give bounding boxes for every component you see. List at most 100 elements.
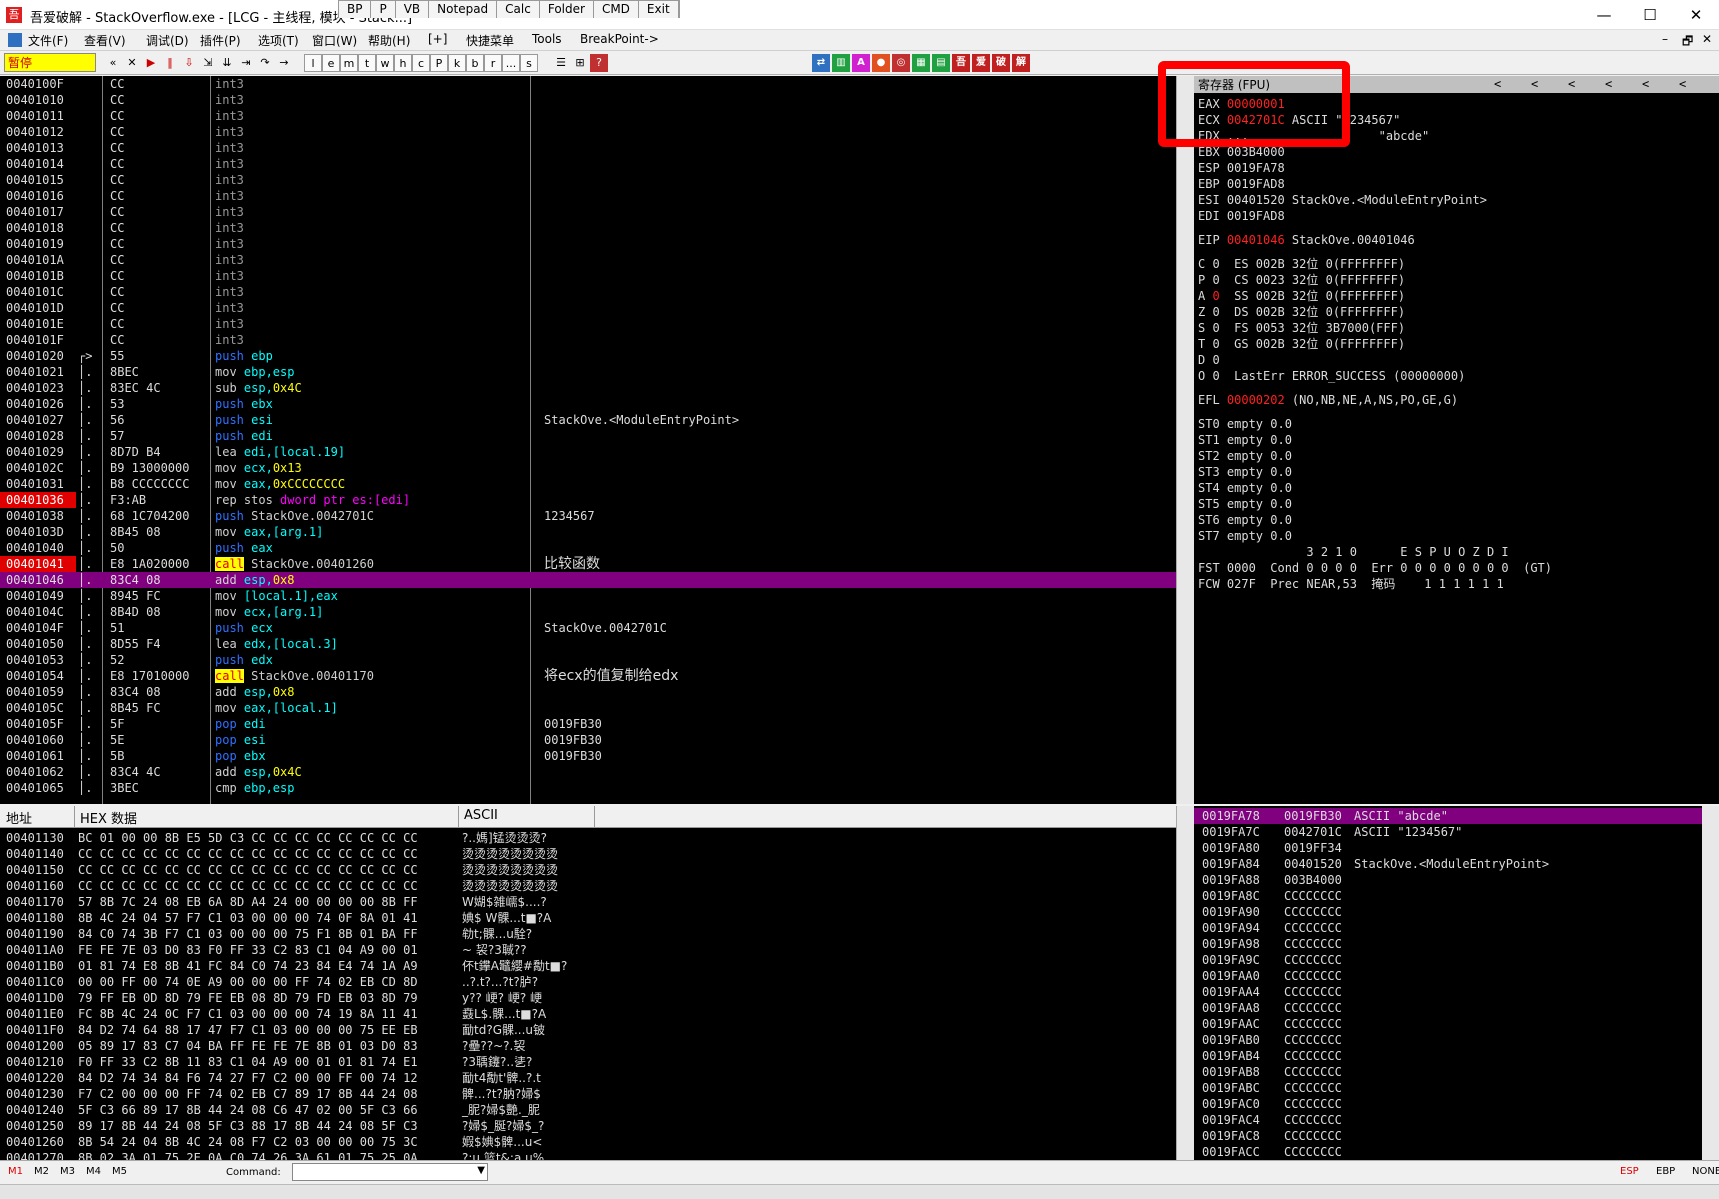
tool-icon[interactable]: ☰ [552, 54, 570, 72]
stack-row[interactable]: 0019FA78 0019FB30 ASCII "abcde" [1194, 808, 1702, 824]
plugin-icon[interactable]: 吾 [952, 54, 970, 72]
disasm-row[interactable]: 0040101C CC int3 [0, 284, 1176, 300]
view-m-button[interactable]: m [340, 54, 358, 72]
maximize-button[interactable]: ☐ [1627, 0, 1673, 30]
chevron-left-icon[interactable]: < [1494, 77, 1501, 91]
quick-calc-button[interactable]: Calc [497, 1, 540, 18]
register-line[interactable]: ST1 empty 0.0 [1198, 432, 1292, 448]
plugin-icon[interactable]: A [852, 54, 870, 72]
menu-item[interactable]: 帮助(H) [368, 32, 410, 49]
hex-row[interactable]: 00401130 BC 01 00 00 8B E5 5D C3 CC CC CC… [0, 830, 1176, 846]
disasm-row[interactable]: 00401021 │. 8BEC mov ebp,esp [0, 364, 1176, 380]
hex-row[interactable]: 004011D0 79 FF EB 0D 8D 79 FE EB 08 8D 79… [0, 990, 1176, 1006]
tool-icon[interactable]: ⊞ [571, 54, 589, 72]
view-e-button[interactable]: e [322, 54, 340, 72]
stack-row[interactable]: 0019FAC4 CCCCCCCC [1194, 1112, 1702, 1128]
register-line[interactable]: EIP 00401046 StackOve.00401046 [1198, 232, 1415, 248]
hex-row[interactable]: 004011A0 FE FE 7E 03 D0 83 F0 FF 33 C2 83… [0, 942, 1176, 958]
disasm-row[interactable]: 00401026 │. 53 push ebx [0, 396, 1176, 412]
menu-item[interactable]: 文件(F) [28, 32, 68, 49]
view-P-button[interactable]: P [430, 54, 448, 72]
tool-icon[interactable]: ? [590, 54, 608, 72]
hex-row[interactable]: 00401220 84 D2 74 34 84 F6 74 27 F7 C2 00… [0, 1070, 1176, 1086]
menu-item[interactable]: 窗口(W) [312, 32, 357, 49]
disasm-row[interactable]: 00401023 │. 83EC 4C sub esp,0x4C [0, 380, 1176, 396]
hex-row[interactable]: 00401240 5F C3 66 89 17 8B 44 24 08 C6 47… [0, 1102, 1176, 1118]
view-w-button[interactable]: w [376, 54, 394, 72]
stack-row[interactable]: 0019FAA4 CCCCCCCC [1194, 984, 1702, 1000]
disasm-row[interactable]: 00401065 │. 3BEC cmp ebp,esp [0, 780, 1176, 796]
stack-row[interactable]: 0019FAA8 CCCCCCCC [1194, 1000, 1702, 1016]
disasm-row[interactable]: 00401061 │. 5B pop ebx 0019FB30 [0, 748, 1176, 764]
chevron-down-icon[interactable]: ▼ [477, 1165, 485, 1176]
bookmark-m2-button[interactable]: M2 [34, 1166, 49, 1177]
view-t-button[interactable]: t [358, 54, 376, 72]
register-line[interactable]: Z 0 DS 002B 32位 0(FFFFFFFF) [1198, 304, 1405, 320]
mdi-close-button[interactable]: ✕ [1702, 32, 1712, 46]
stack-row[interactable]: 0019FABC CCCCCCCC [1194, 1080, 1702, 1096]
hex-dump-pane[interactable]: 地址 HEX 数据 ASCII 00401130 BC 01 00 00 8B E… [0, 806, 1176, 1160]
quick-cmd-button[interactable]: CMD [593, 1, 639, 18]
stack-row[interactable]: 0019FA9C CCCCCCCC [1194, 952, 1702, 968]
follow-ebp-button[interactable]: EBP [1656, 1166, 1675, 1177]
debug-control-icon[interactable]: → [275, 54, 293, 72]
debug-control-icon[interactable]: « [104, 54, 122, 72]
stack-row[interactable]: 0019FA80 0019FF34 [1194, 840, 1702, 856]
quick-exit-button[interactable]: Exit [638, 1, 679, 18]
disasm-row[interactable]: 00401017 CC int3 [0, 204, 1176, 220]
register-line[interactable]: T 0 GS 002B 32位 0(FFFFFFFF) [1198, 336, 1405, 352]
disasm-row[interactable]: 00401054 │. E8 17010000 call StackOve.00401… [0, 668, 1176, 684]
stack-row[interactable]: 0019FA90 CCCCCCCC [1194, 904, 1702, 920]
view-l-button[interactable]: l [304, 54, 322, 72]
debug-control-icon[interactable]: ⇥ [237, 54, 255, 72]
chevron-left-icon[interactable]: < [1642, 77, 1649, 91]
hex-row[interactable]: 00401210 F0 FF 33 C2 8B 11 83 C1 04 A9 00… [0, 1054, 1176, 1070]
menu-item[interactable]: 插件(P) [200, 32, 241, 49]
follow-esp-button[interactable]: ESP [1620, 1166, 1639, 1177]
menu-item[interactable]: Tools [532, 32, 562, 46]
plugin-icon[interactable]: 爱 [972, 54, 990, 72]
hex-row[interactable]: 004011F0 84 D2 74 64 88 17 47 F7 C1 03 00… [0, 1022, 1176, 1038]
register-line[interactable]: ST3 empty 0.0 [1198, 464, 1292, 480]
plugin-icon[interactable]: ▥ [832, 54, 850, 72]
stack-row[interactable]: 0019FA98 CCCCCCCC [1194, 936, 1702, 952]
stack-row[interactable]: 0019FA88 003B4000 [1194, 872, 1702, 888]
disasm-row[interactable]: 00401031 │. B8 CCCCCCCC mov eax,0xCCCCCCCC [0, 476, 1176, 492]
view-b-button[interactable]: b [466, 54, 484, 72]
stack-row[interactable]: 0019FA8C CCCCCCCC [1194, 888, 1702, 904]
disassembly-scrollbar[interactable] [1176, 76, 1194, 804]
stack-row[interactable]: 0019FAA0 CCCCCCCC [1194, 968, 1702, 984]
view-k-button[interactable]: k [448, 54, 466, 72]
stack-row[interactable]: 0019FA84 00401520 StackOve.<ModuleEntryPoi… [1194, 856, 1702, 872]
debug-control-icon[interactable]: ‖ [161, 54, 179, 72]
disasm-row[interactable]: 00401020 ┌> 55 push ebp [0, 348, 1176, 364]
quick-bp-button[interactable]: BP [339, 1, 372, 18]
disasm-row[interactable]: 0040101E CC int3 [0, 316, 1176, 332]
bookmark-m1-button[interactable]: M1 [8, 1166, 23, 1177]
register-line[interactable]: EFL 00000202 (NO,NB,NE,A,NS,PO,GE,G) [1198, 392, 1458, 408]
menu-item[interactable]: 选项(T) [258, 32, 299, 49]
chevron-left-icon[interactable]: < [1679, 77, 1686, 91]
stack-row[interactable]: 0019FAB0 CCCCCCCC [1194, 1032, 1702, 1048]
disasm-row[interactable]: 00401013 CC int3 [0, 140, 1176, 156]
disasm-row[interactable]: 00401040 │. 50 push eax [0, 540, 1176, 556]
disasm-row[interactable]: 0040103D │. 8B45 08 mov eax,[arg.1] [0, 524, 1176, 540]
register-line[interactable]: C 0 ES 002B 32位 0(FFFFFFFF) [1198, 256, 1405, 272]
disasm-row[interactable]: 00401012 CC int3 [0, 124, 1176, 140]
bookmark-m5-button[interactable]: M5 [112, 1166, 127, 1177]
disasm-row[interactable]: 0040100F CC int3 [0, 76, 1176, 92]
disasm-row[interactable]: 00401016 CC int3 [0, 188, 1176, 204]
quick-folder-button[interactable]: Folder [539, 1, 594, 18]
register-line[interactable]: ST2 empty 0.0 [1198, 448, 1292, 464]
disasm-row[interactable]: 0040105F │. 5F pop edi 0019FB30 [0, 716, 1176, 732]
chevron-left-icon[interactable]: < [1605, 77, 1612, 91]
debug-control-icon[interactable]: ⇊ [218, 54, 236, 72]
stack-row[interactable]: 0019FACC CCCCCCCC [1194, 1144, 1702, 1160]
plugin-icon[interactable]: 破 [992, 54, 1010, 72]
disasm-row[interactable]: 00401019 CC int3 [0, 236, 1176, 252]
quick-notepad-button[interactable]: Notepad [429, 1, 498, 18]
hex-row[interactable]: 00401160 CC CC CC CC CC CC CC CC CC CC CC… [0, 878, 1176, 894]
quick-p-button[interactable]: P [371, 1, 396, 18]
disasm-row[interactable]: 00401029 │. 8D7D B4 lea edi,[local.19] [0, 444, 1176, 460]
debug-control-icon[interactable]: ✕ [123, 54, 141, 72]
